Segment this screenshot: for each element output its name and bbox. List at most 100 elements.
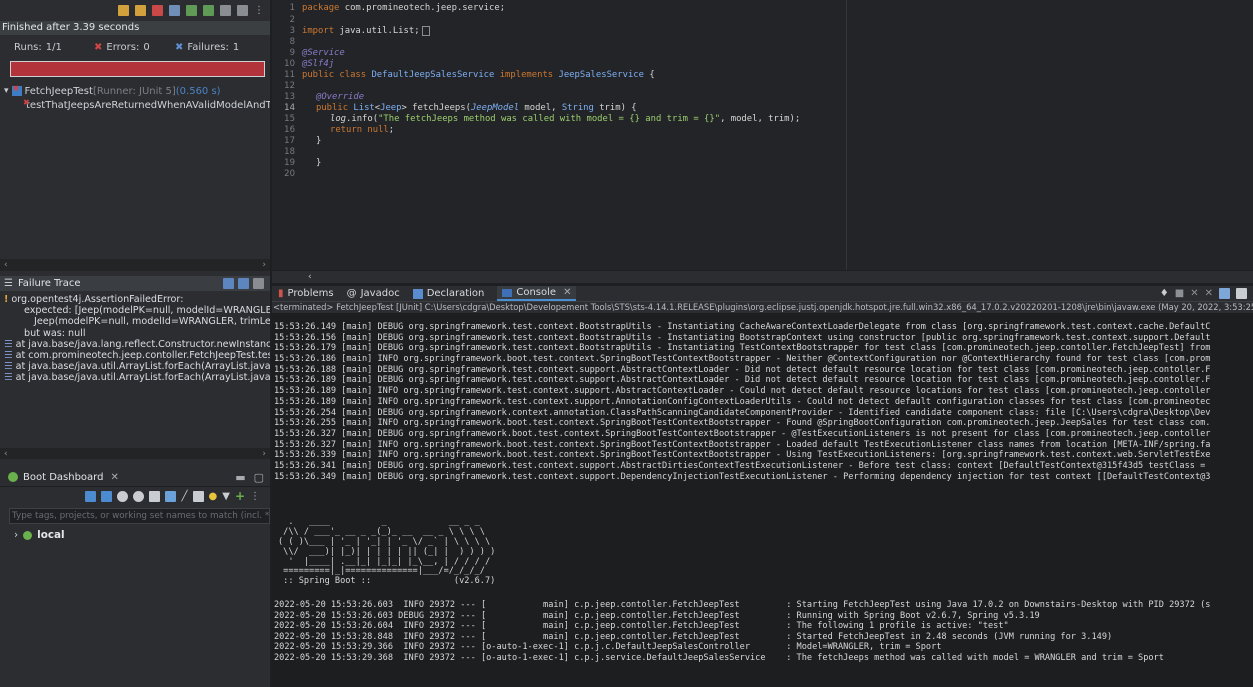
trace-line[interactable]: but was: null [0, 328, 270, 339]
trace-line[interactable]: ☰ at java.base/java.lang.reflect.Constru… [0, 339, 270, 350]
stack-frame-icon: ☰ [4, 349, 13, 361]
editor-split-divider[interactable] [846, 0, 847, 270]
log-line: 15:53:26.339 [main] INFO org.springframe… [274, 450, 1211, 461]
tab-problems[interactable]: ▮ Problems [278, 288, 334, 299]
trace-line[interactable]: ☰ at java.base/java.util.ArrayList.forEa… [0, 361, 270, 372]
log-line: 15:53:26.349 [main] DEBUG org.springfram… [274, 471, 1211, 482]
log-line: 15:53:26.255 [main] INFO org.springframe… [274, 418, 1211, 429]
code-line-9: @Service [302, 48, 345, 58]
line-number: 2 [289, 15, 295, 25]
stack-frame-icon: ☰ [4, 338, 13, 350]
trace-line[interactable]: Jeep(modelPK=null, modelId=WRANGLER, tri… [0, 316, 270, 327]
console-icon[interactable] [192, 490, 204, 502]
code-line-14: public List<Jeep> fetchJeeps(JeepModel m… [316, 103, 637, 113]
pin-console-icon[interactable]: ♦ [1160, 288, 1169, 299]
tab-boot-dashboard[interactable]: Boot Dashboard ✕ [8, 472, 119, 483]
console-view: ▮ Problems @ Javadoc Declaration Console… [272, 286, 1253, 687]
tip-bulb-icon[interactable]: ● [209, 491, 218, 502]
history-icon[interactable] [237, 5, 248, 16]
boot-dashboard-toolbar: ╱ ● ▼ + ⋮ [0, 488, 270, 504]
scroll-left-icon[interactable]: ‹ [4, 260, 8, 270]
log-line: 15:53:26.189 [main] INFO org.springframe… [274, 386, 1211, 397]
junit-toolbar: ⋮ [0, 0, 270, 21]
stack-frame-icon: ☰ [4, 361, 13, 373]
trace-line[interactable]: ! org.opentest4j.AssertionFailedError: [0, 294, 270, 305]
boot-dashboard-tabbar: Boot Dashboard ✕ ▬ ▢ [0, 468, 270, 487]
stop-app-icon[interactable] [117, 490, 129, 502]
clear-console-icon[interactable] [1219, 288, 1230, 299]
open-browser-icon[interactable] [133, 490, 145, 502]
stack-frame-icon: ☰ [4, 372, 13, 384]
remove-all-launches-icon[interactable]: ✕ [1205, 288, 1213, 299]
spring-boot-icon [23, 530, 33, 540]
trace-horizontal-scrollbar[interactable]: ‹ › [0, 448, 270, 459]
filter-icon[interactable]: ▼ [222, 491, 230, 502]
view-menu-icon[interactable]: ⋮ [250, 491, 260, 502]
scroll-right-icon[interactable]: › [262, 260, 266, 270]
log-line: 15:53:26.327 [main] DEBUG org.springfram… [274, 428, 1211, 439]
failure-trace-list: ! org.opentest4j.AssertionFailedError: e… [0, 294, 270, 444]
log-line: 15:53:26.149 [main] DEBUG org.springfram… [274, 322, 1211, 332]
show-failures-only-icon[interactable] [152, 5, 163, 16]
tab-declaration[interactable]: Declaration [412, 288, 484, 299]
code-editor[interactable]: 1 package com.promineotech.jeep.service;… [272, 0, 1253, 283]
line-number: 15 [284, 114, 295, 124]
code-line-10: @Slf4j [302, 59, 335, 69]
console-app-log: 2022-05-20 15:53:26.603 INFO 29372 --- [… [274, 600, 1253, 664]
view-menu-icon[interactable]: ⋮ [254, 5, 264, 16]
console-debug-log: 15:53:26.149 [main] DEBUG org.springfram… [274, 322, 1253, 482]
close-icon[interactable]: ✕ [110, 472, 118, 483]
maximize-icon[interactable]: ▢ [254, 471, 264, 484]
edit-icon[interactable]: ╱ [181, 491, 187, 502]
chevron-down-icon[interactable]: ▾ [4, 86, 9, 96]
boot-dashboard-item-local[interactable]: › local [14, 528, 65, 542]
line-number: 20 [284, 169, 295, 179]
add-icon[interactable]: + [235, 489, 245, 503]
copy-trace-icon[interactable] [253, 278, 264, 289]
line-number: 8 [289, 37, 295, 47]
left-panel: ⋮ Finished after 3.39 seconds Runs: 1/1 … [0, 0, 270, 687]
tree-row-test-class[interactable]: ▾ ✖ FetchJeepTest [Runner: JUnit 5] (0.5… [0, 84, 270, 98]
trace-line[interactable]: expected: [Jeep(modelPK=null, modelId=WR… [0, 305, 270, 316]
stop-icon[interactable] [220, 5, 231, 16]
line-number: 17 [284, 136, 295, 146]
chevron-right-icon[interactable]: › [14, 529, 18, 541]
scroll-left-icon[interactable]: ‹ [308, 272, 312, 282]
open-console-icon[interactable] [149, 490, 161, 502]
line-number: 11 [284, 70, 295, 80]
boot-dashboard-filter-input[interactable]: Type tags, projects, or working set name… [9, 508, 270, 524]
remove-launch-icon[interactable]: ✕ [1190, 288, 1198, 299]
tree-horizontal-scrollbar[interactable]: ‹ › [0, 259, 270, 271]
scroll-lock-icon[interactable] [1236, 288, 1247, 299]
scroll-right-icon[interactable]: › [262, 449, 266, 459]
line-number: 1 [289, 3, 295, 13]
rerun-failed-first-icon[interactable] [203, 5, 214, 16]
trace-line[interactable]: ☰ at java.base/java.util.ArrayList.forEa… [0, 372, 270, 383]
filter-stack-icon[interactable] [238, 278, 249, 289]
rerun-test-icon[interactable] [186, 5, 197, 16]
scroll-left-icon[interactable]: ‹ [4, 449, 8, 459]
log-line: 15:53:26.327 [main] INFO org.springframe… [274, 439, 1211, 450]
scroll-lock-icon[interactable] [169, 5, 180, 16]
debug-restart-icon[interactable] [101, 490, 113, 502]
previous-failure-icon[interactable] [135, 5, 146, 16]
trace-line[interactable]: ☰ at com.promineotech.jeep.contoller.Fet… [0, 350, 270, 361]
javadoc-icon: @ [346, 288, 357, 299]
code-line-19: } [316, 158, 322, 168]
restart-icon[interactable] [85, 490, 97, 502]
terminate-icon[interactable]: ■ [1175, 288, 1184, 299]
deploy-icon[interactable] [165, 490, 177, 502]
compare-result-icon[interactable] [223, 278, 234, 289]
tab-javadoc[interactable]: @ Javadoc [347, 288, 400, 299]
banner-line: :: Spring Boot :: (v2.6.7) [278, 576, 496, 587]
editor-horizontal-scrollbar[interactable]: ‹ [272, 271, 1253, 283]
next-failure-icon[interactable] [118, 5, 129, 16]
tree-row-test-method[interactable]: ✖ testThatJeepsAreReturnedWhenAValidMode… [0, 98, 270, 112]
close-icon[interactable]: ✕ [563, 287, 571, 298]
log-line: 15:53:26.189 [main] INFO org.springframe… [274, 396, 1211, 407]
tab-console[interactable]: Console ✕ [497, 286, 577, 301]
minimize-icon[interactable]: ▬ [235, 471, 245, 484]
junit-progress-bar [10, 61, 265, 77]
line-number: 10 [284, 59, 295, 69]
log-line: 15:53:26.186 [main] INFO org.springframe… [274, 354, 1211, 365]
